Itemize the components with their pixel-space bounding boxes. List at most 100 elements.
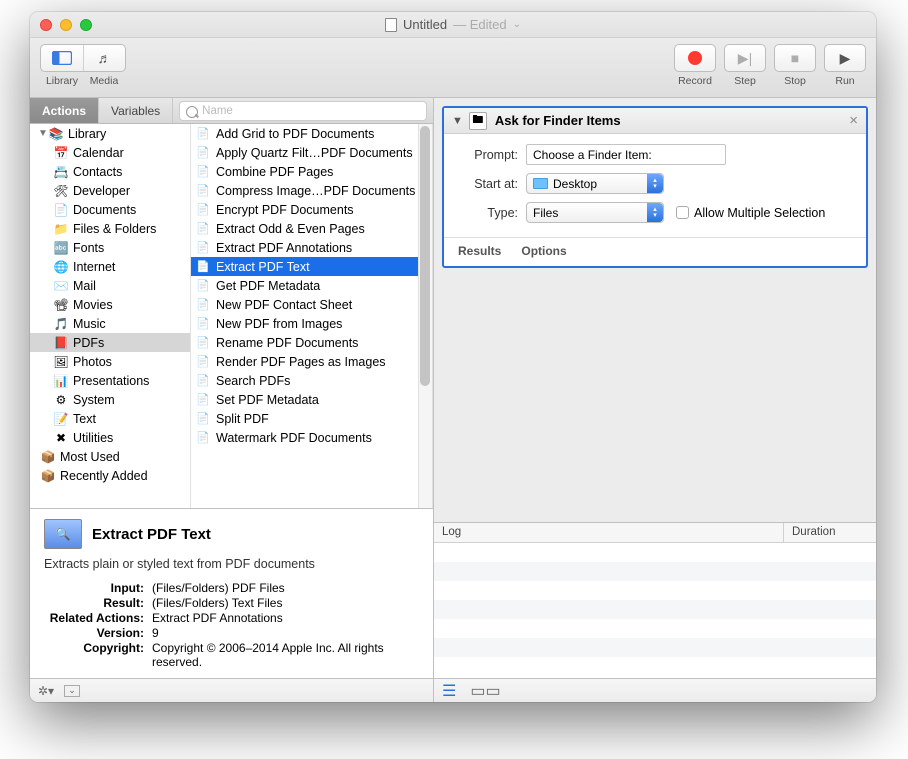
action-item[interactable]: 📄Extract Odd & Even Pages	[191, 219, 432, 238]
action-item[interactable]: 📄Apply Quartz Filt…PDF Documents	[191, 143, 432, 162]
sidebar-item-fonts[interactable]: 🔤Fonts	[30, 238, 190, 257]
action-item[interactable]: 📄Set PDF Metadata	[191, 390, 432, 409]
media-icon: ♬	[98, 50, 112, 66]
stop-button[interactable]: ■	[775, 45, 815, 71]
info-key-input: Input:	[44, 581, 144, 595]
info-key-copyright: Copyright:	[44, 641, 144, 669]
action-item[interactable]: 📄Search PDFs	[191, 371, 432, 390]
sidebar-item-photos[interactable]: 🖼Photos	[30, 352, 190, 371]
sidebar-item-files-folders[interactable]: 📁Files & Folders	[30, 219, 190, 238]
action-info-title: Extract PDF Text	[92, 526, 211, 543]
action-item[interactable]: 📄Add Grid to PDF Documents	[191, 124, 432, 143]
sidebar-item-label: Music	[73, 317, 106, 331]
category-icon: 📝	[53, 411, 69, 427]
log-column-log[interactable]: Log	[434, 523, 784, 542]
action-item[interactable]: 📄Compress Image…PDF Documents	[191, 181, 432, 200]
action-item[interactable]: 📄New PDF from Images	[191, 314, 432, 333]
sidebar-item-movies[interactable]: 📽Movies	[30, 295, 190, 314]
tab-actions[interactable]: Actions	[30, 98, 99, 123]
log-column-duration[interactable]: Duration	[784, 523, 876, 542]
sidebar-item-label: Most Used	[60, 450, 120, 464]
action-item[interactable]: 📄New PDF Contact Sheet	[191, 295, 432, 314]
tab-variables[interactable]: Variables	[99, 98, 173, 123]
start-at-value: Desktop	[553, 177, 597, 191]
sidebar-item-contacts[interactable]: 📇Contacts	[30, 162, 190, 181]
info-key-version: Version:	[44, 626, 144, 640]
zoom-window-button[interactable]	[80, 19, 92, 31]
library-column: Actions Variables Name ▼ 📚 Library 📅C	[30, 98, 434, 702]
workflow-canvas[interactable]: ▼ 🖿 Ask for Finder Items × Prompt: Start…	[434, 98, 876, 522]
workflow-action-header[interactable]: ▼ 🖿 Ask for Finder Items ×	[444, 108, 866, 134]
sidebar-item-mail[interactable]: ✉️Mail	[30, 276, 190, 295]
gear-menu-button[interactable]: ✲▾	[38, 684, 54, 698]
scrollbar-thumb[interactable]	[420, 126, 430, 386]
sidebar-item-presentations[interactable]: 📊Presentations	[30, 371, 190, 390]
content-area: Actions Variables Name ▼ 📚 Library 📅C	[30, 98, 876, 702]
workflow-action-ask-finder-items[interactable]: ▼ 🖿 Ask for Finder Items × Prompt: Start…	[442, 106, 868, 268]
sidebar-item-documents[interactable]: 📄Documents	[30, 200, 190, 219]
edited-indicator: — Edited	[453, 17, 506, 32]
type-label: Type:	[458, 206, 518, 220]
finder-icon: 🖿	[469, 112, 487, 130]
action-options-tab[interactable]: Options	[521, 244, 566, 258]
sidebar-item-music[interactable]: 🎵Music	[30, 314, 190, 333]
sidebar-item-internet[interactable]: 🌐Internet	[30, 257, 190, 276]
titlebar: Untitled — Edited ⌄	[30, 12, 876, 38]
sidebar-item-pdfs[interactable]: 📕PDFs	[30, 333, 190, 352]
sidebar-item-developer[interactable]: 🛠Developer	[30, 181, 190, 200]
category-icon: 📄	[53, 202, 69, 218]
action-label: Watermark PDF Documents	[216, 431, 372, 445]
sidebar-item-most-used[interactable]: 📦Most Used	[30, 447, 190, 466]
sidebar-icon	[52, 51, 72, 65]
type-popup[interactable]: Files	[526, 202, 664, 223]
action-item[interactable]: 📄Render PDF Pages as Images	[191, 352, 432, 371]
sidebar-item-recently-added[interactable]: 📦Recently Added	[30, 466, 190, 485]
action-results-tab[interactable]: Results	[458, 244, 501, 258]
action-icon: 📄	[195, 316, 211, 332]
media-label: Media	[83, 75, 125, 87]
action-item[interactable]: 📄Extract PDF Annotations	[191, 238, 432, 257]
view-mode-grid-button[interactable]: ▭▭	[470, 681, 500, 701]
action-item[interactable]: 📄Watermark PDF Documents	[191, 428, 432, 447]
action-item[interactable]: 📄Combine PDF Pages	[191, 162, 432, 181]
sidebar-item-text[interactable]: 📝Text	[30, 409, 190, 428]
remove-action-button[interactable]: ×	[849, 112, 858, 129]
search-input[interactable]: Name	[179, 101, 427, 121]
record-button[interactable]	[675, 45, 715, 71]
start-at-popup[interactable]: Desktop	[526, 173, 664, 194]
action-item[interactable]: 📄Extract PDF Text	[191, 257, 432, 276]
category-icon: ⚙	[53, 392, 69, 408]
view-mode-list-button[interactable]: ☰	[442, 681, 456, 701]
workflow-column: ▼ 🖿 Ask for Finder Items × Prompt: Start…	[434, 98, 876, 702]
step-button[interactable]: ▶|	[725, 45, 765, 71]
action-label: Extract Odd & Even Pages	[216, 222, 365, 236]
library-toggle-button[interactable]	[41, 45, 83, 71]
category-icon: 🖼	[53, 354, 69, 370]
prompt-input[interactable]	[526, 144, 726, 165]
category-icon: 📅	[53, 145, 69, 161]
workflow-footer: ☰ ▭▭	[434, 678, 876, 702]
action-icon: 📄	[195, 354, 211, 370]
sidebar-item-calendar[interactable]: 📅Calendar	[30, 143, 190, 162]
allow-multiple-checkbox[interactable]: Allow Multiple Selection	[676, 206, 825, 220]
disclosure-triangle-icon[interactable]: ▼	[38, 128, 48, 139]
action-item[interactable]: 📄Rename PDF Documents	[191, 333, 432, 352]
actions-list[interactable]: 📄Add Grid to PDF Documents📄Apply Quartz …	[191, 124, 433, 508]
action-item[interactable]: 📄Get PDF Metadata	[191, 276, 432, 295]
library-sidebar[interactable]: ▼ 📚 Library 📅Calendar📇Contacts🛠Developer…	[30, 124, 191, 508]
disclosure-triangle-icon[interactable]: ▼	[452, 115, 463, 127]
media-toggle-button[interactable]: ♬	[83, 45, 125, 71]
run-button[interactable]: ▶	[825, 45, 865, 71]
sidebar-item-utilities[interactable]: ✖Utilities	[30, 428, 190, 447]
action-icon: 📄	[195, 164, 211, 180]
close-window-button[interactable]	[40, 19, 52, 31]
action-item[interactable]: 📄Encrypt PDF Documents	[191, 200, 432, 219]
minimize-window-button[interactable]	[60, 19, 72, 31]
toggle-info-button[interactable]: ⌄	[64, 685, 80, 697]
scrollbar[interactable]	[418, 124, 432, 508]
sidebar-item-system[interactable]: ⚙System	[30, 390, 190, 409]
folder-icon	[533, 178, 548, 189]
category-icon: 🛠	[53, 183, 69, 199]
action-item[interactable]: 📄Split PDF	[191, 409, 432, 428]
sidebar-root-library[interactable]: ▼ 📚 Library	[30, 124, 190, 143]
